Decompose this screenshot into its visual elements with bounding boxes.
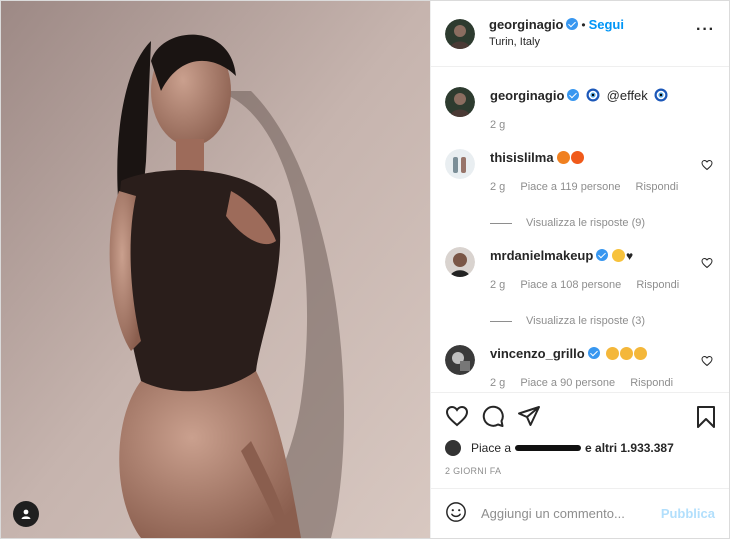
nazar-icon <box>654 88 668 102</box>
caption-time[interactable]: 2 g <box>490 119 505 131</box>
verified-badge-icon <box>567 89 580 101</box>
post-location[interactable]: Turin, Italy <box>489 34 624 51</box>
comment-time[interactable]: 2 g <box>490 377 505 389</box>
verified-badge-icon <box>596 249 609 261</box>
reply-button[interactable]: Rispondi <box>636 279 679 291</box>
comment-time[interactable]: 2 g <box>490 279 505 291</box>
add-comment-bar: Aggiungi un commento... Pubblica <box>431 488 729 538</box>
author-username[interactable]: georginagio <box>489 17 563 32</box>
view-replies[interactable]: Visualizza le risposte (9) <box>490 217 715 229</box>
comment-input[interactable]: Aggiungi un commento... <box>481 506 625 521</box>
comment-likes[interactable]: Piace a 90 persone <box>520 377 615 389</box>
bookmark-icon[interactable] <box>695 405 717 432</box>
caption-username[interactable]: georginagio <box>490 88 564 103</box>
replies-line <box>490 320 512 322</box>
likes-summary[interactable]: Piace a e altri 1.933.387 <box>431 438 729 458</box>
view-replies-label: Visualizza le risposte (9) <box>526 217 646 229</box>
reply-button[interactable]: Rispondi <box>636 181 679 193</box>
nazar-icon <box>586 88 600 102</box>
comments-list[interactable]: georginagio @effek 2 g thisislilma 2 g P… <box>431 67 729 392</box>
author-info: georginagio • Segui Turin, Italy <box>489 16 624 51</box>
comment-username[interactable]: vincenzo_grillo <box>490 346 585 361</box>
comment-likes[interactable]: Piace a 108 persone <box>520 279 621 291</box>
black-heart-icon: ♥ <box>625 249 634 263</box>
fire-emoji-icon <box>571 151 585 164</box>
caption-avatar[interactable] <box>445 87 475 117</box>
caption: georginagio @effek 2 g <box>445 67 715 131</box>
comment-username[interactable]: thisislilma <box>490 150 554 165</box>
verified-badge-icon <box>587 347 600 359</box>
follow-button[interactable]: Segui <box>589 17 624 32</box>
emoji-icon[interactable] <box>445 501 467 526</box>
likes-prefix: Piace a <box>471 441 512 455</box>
comment-like-icon[interactable] <box>701 257 713 269</box>
post-date[interactable]: 2 GIORNI FA <box>431 458 729 488</box>
publish-button[interactable]: Pubblica <box>661 506 715 521</box>
post-image[interactable] <box>1 1 431 538</box>
fire-emoji-icon <box>557 151 571 164</box>
comment-username[interactable]: mrdanielmakeup <box>490 248 593 263</box>
author-avatar[interactable] <box>445 18 475 49</box>
comment-like-icon[interactable] <box>701 159 713 171</box>
clap-emoji-icon <box>634 347 648 360</box>
comment-item: mrdanielmakeup ♥ 2 g Piace a 108 persone… <box>445 247 715 327</box>
view-replies[interactable]: Visualizza le risposte (3) <box>490 315 715 327</box>
hug-emoji-icon <box>611 249 625 262</box>
share-icon[interactable] <box>517 404 541 428</box>
comment-likes[interactable]: Piace a 119 persone <box>520 181 620 193</box>
action-bar <box>431 392 729 438</box>
comment-time[interactable]: 2 g <box>490 181 505 193</box>
post-sidebar: georginagio • Segui Turin, Italy ··· georg… <box>431 1 729 538</box>
clap-emoji-icon <box>620 347 634 360</box>
comment-item: thisislilma 2 g Piace a 119 persone Risp… <box>445 149 715 229</box>
comment-icon[interactable] <box>481 404 505 428</box>
more-options-icon[interactable]: ··· <box>696 22 715 38</box>
view-replies-label: Visualizza le risposte (3) <box>526 315 646 327</box>
post-header: georginagio • Segui Turin, Italy ··· <box>431 1 729 67</box>
clap-emoji-icon <box>606 347 620 360</box>
photo <box>1 1 430 538</box>
separator-dot: • <box>581 18 586 32</box>
caption-mention[interactable]: @effek <box>607 88 648 103</box>
comment-avatar[interactable] <box>445 149 475 179</box>
replies-line <box>490 222 512 224</box>
likes-count[interactable]: e altri 1.933.387 <box>585 441 674 455</box>
comment-avatar[interactable] <box>445 345 475 375</box>
user-tag-icon[interactable] <box>13 501 39 527</box>
heart-icon[interactable] <box>445 404 469 428</box>
verified-badge-icon <box>566 18 579 30</box>
comment-like-icon[interactable] <box>701 355 713 367</box>
comment-avatar[interactable] <box>445 247 475 277</box>
reply-button[interactable]: Rispondi <box>630 377 673 389</box>
redacted-username <box>515 445 582 451</box>
liker-avatar[interactable] <box>445 440 461 456</box>
post-dialog: georginagio • Segui Turin, Italy ··· georg… <box>0 0 730 539</box>
comment-item: vincenzo_grillo 2 g Piace a 90 persone R… <box>445 345 715 389</box>
